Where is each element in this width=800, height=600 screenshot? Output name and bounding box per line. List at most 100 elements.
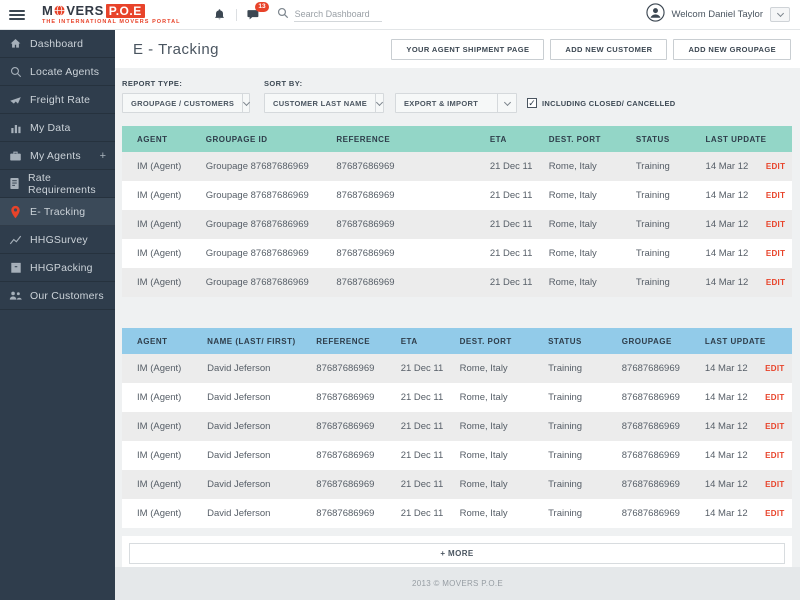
divider bbox=[236, 9, 237, 21]
sidebar-item-hhgpacking[interactable]: HHGPacking bbox=[0, 254, 115, 282]
cell-eta: 21 Dec 11 bbox=[490, 268, 549, 297]
expand-plus-icon[interactable]: + bbox=[100, 150, 106, 162]
notification-badge: 13 bbox=[255, 2, 268, 12]
groupage-table-header: AGENTGROUPAGE IDREFERENCEETADEST. PORTST… bbox=[122, 126, 792, 152]
cell-agent: IM (Agent) bbox=[122, 441, 207, 470]
edit-link[interactable]: EDIT bbox=[765, 364, 784, 373]
cell-status: Training bbox=[548, 383, 622, 412]
edit-link[interactable]: EDIT bbox=[766, 249, 785, 258]
sidebar-item-my-data[interactable]: My Data bbox=[0, 114, 115, 142]
sidebar-item-label: HHGSurvey bbox=[30, 234, 88, 246]
filters: REPORT TYPE: GROUPAGE / CUSTOMERS SORT B… bbox=[122, 79, 792, 113]
edit-link[interactable]: EDIT bbox=[766, 278, 785, 287]
cell-last-update: 14 Mar 12 bbox=[706, 152, 766, 181]
cell-dest-port: Rome, Italy bbox=[460, 354, 548, 383]
chevron-down-icon bbox=[375, 94, 383, 112]
cell-reference: 87687686969 bbox=[316, 470, 400, 499]
your-agent-shipment-page-button[interactable]: YOUR AGENT SHIPMENT PAGE bbox=[391, 39, 544, 60]
chevron-down-icon bbox=[497, 94, 516, 112]
edit-link[interactable]: EDIT bbox=[766, 220, 785, 229]
sidebar-item-label: Rate Requirements bbox=[28, 172, 106, 196]
customer-table-header: AGENTNAME (LAST/ FIRST)REFERENCEETADEST.… bbox=[122, 328, 792, 354]
sidebar-item-label: Our Customers bbox=[30, 290, 104, 302]
sidebar-item-locate-agents[interactable]: Locate Agents bbox=[0, 58, 115, 86]
edit-link[interactable]: EDIT bbox=[765, 422, 784, 431]
cell-agent: IM (Agent) bbox=[122, 152, 206, 181]
cell-groupage: 87687686969 bbox=[622, 470, 705, 499]
search-input[interactable] bbox=[294, 7, 382, 22]
cell-last-update: 14 Mar 12 bbox=[705, 354, 765, 383]
cell-agent: IM (Agent) bbox=[122, 470, 207, 499]
including-closed-checkbox[interactable]: ✓ INCLUDING CLOSED/ CANCELLED bbox=[527, 93, 676, 113]
cell-dest-port: Rome, Italy bbox=[460, 499, 548, 528]
cell-status: Training bbox=[636, 239, 706, 268]
edit-link[interactable]: EDIT bbox=[766, 162, 785, 171]
cell-status: Training bbox=[636, 210, 706, 239]
cell-reference: 87687686969 bbox=[316, 412, 400, 441]
sidebar-item-rate-requirements[interactable]: Rate Requirements bbox=[0, 170, 115, 198]
sidebar-item-my-agents[interactable]: My Agents+ bbox=[0, 142, 115, 170]
cell-last-update: 14 Mar 12 bbox=[705, 383, 765, 412]
export-import-select[interactable]: EXPORT & IMPORT bbox=[395, 93, 517, 113]
sidebar-nav: DashboardLocate Agents Freight Rate My Dat… bbox=[0, 30, 115, 310]
table-row: IM (Agent)Groupage 876876869698768768696… bbox=[122, 181, 792, 210]
cell-status: Training bbox=[548, 499, 622, 528]
edit-link[interactable]: EDIT bbox=[765, 509, 784, 518]
edit-link[interactable]: EDIT bbox=[765, 393, 784, 402]
sidebar-item-dashboard[interactable]: Dashboard bbox=[0, 30, 115, 58]
messages-icon[interactable]: 13 bbox=[243, 8, 265, 21]
report-type-select[interactable]: GROUPAGE / CUSTOMERS bbox=[122, 93, 250, 113]
cell-status: Training bbox=[548, 441, 622, 470]
sidebar-item-our-customers[interactable]: Our Customers bbox=[0, 282, 115, 310]
bell-icon[interactable] bbox=[209, 8, 230, 21]
top-bar: MVERSP.O.E THE INTERNATIONAL MOVERS PORT… bbox=[0, 0, 800, 30]
cell-agent: IM (Agent) bbox=[122, 499, 207, 528]
edit-link[interactable]: EDIT bbox=[766, 191, 785, 200]
sidebar-item-hhgsurvey[interactable]: HHGSurvey bbox=[0, 226, 115, 254]
cell-name: David Jeferson bbox=[207, 354, 316, 383]
cell-groupage: 87687686969 bbox=[622, 354, 705, 383]
sidebar-item-freight-rate[interactable]: Freight Rate bbox=[0, 86, 115, 114]
cell-eta: 21 Dec 11 bbox=[401, 412, 460, 441]
cell-reference: 87687686969 bbox=[316, 499, 400, 528]
cell-agent: IM (Agent) bbox=[122, 268, 206, 297]
sidebar-item-e-tracking[interactable]: E- Tracking bbox=[0, 198, 115, 226]
edit-link[interactable]: EDIT bbox=[765, 480, 784, 489]
sort-by-select[interactable]: CUSTOMER LAST NAME bbox=[264, 93, 384, 113]
cell-last-update: 14 Mar 12 bbox=[706, 239, 766, 268]
logo-tagline: THE INTERNATIONAL MOVERS PORTAL bbox=[42, 20, 181, 26]
report-type-label: REPORT TYPE: bbox=[122, 79, 250, 88]
table-row: IM (Agent)David Jeferson8768768696921 De… bbox=[122, 383, 792, 412]
line-chart-icon bbox=[9, 233, 22, 246]
menu-icon[interactable] bbox=[9, 8, 25, 22]
add-new-customer-button[interactable]: ADD NEW CUSTOMER bbox=[550, 39, 667, 60]
search-icon bbox=[9, 65, 22, 78]
sort-by-label: SORT BY: bbox=[264, 79, 384, 88]
table-row: IM (Agent)Groupage 876876869698768768696… bbox=[122, 268, 792, 297]
user-menu-button[interactable] bbox=[770, 7, 790, 22]
cell-status: Training bbox=[636, 181, 706, 210]
cell-groupage: 87687686969 bbox=[622, 412, 705, 441]
cell-reference: 87687686969 bbox=[316, 383, 400, 412]
table-row: IM (Agent)David Jeferson8768768696921 De… bbox=[122, 499, 792, 528]
cell-last-update: 14 Mar 12 bbox=[705, 441, 765, 470]
cell-eta: 21 Dec 11 bbox=[490, 210, 549, 239]
more-button[interactable]: + MORE bbox=[129, 543, 785, 564]
edit-link[interactable]: EDIT bbox=[765, 451, 784, 460]
page-actions: YOUR AGENT SHIPMENT PAGE ADD NEW CUSTOMER… bbox=[391, 39, 791, 60]
cell-dest-port: Rome, Italy bbox=[460, 441, 548, 470]
cell-status: Training bbox=[548, 354, 622, 383]
add-new-groupage-button[interactable]: ADD NEW GROUPAGE bbox=[673, 39, 791, 60]
avatar-icon bbox=[646, 3, 665, 27]
sidebar-item-label: Freight Rate bbox=[30, 94, 90, 106]
cell-name: David Jeferson bbox=[207, 441, 316, 470]
column-header: REFERENCE bbox=[316, 328, 400, 354]
column-header: GROUPAGE bbox=[622, 328, 705, 354]
logo[interactable]: MVERSP.O.E THE INTERNATIONAL MOVERS PORT… bbox=[42, 4, 181, 26]
cell-name: David Jeferson bbox=[207, 470, 316, 499]
cell-last-update: 14 Mar 12 bbox=[706, 210, 766, 239]
column-header: STATUS bbox=[636, 126, 706, 152]
table-row: IM (Agent)Groupage 876876869698768768696… bbox=[122, 239, 792, 268]
footer: 2013 © MOVERS P.O.E bbox=[115, 567, 800, 600]
copyright-text: 2013 © MOVERS P.O.E bbox=[412, 579, 503, 588]
